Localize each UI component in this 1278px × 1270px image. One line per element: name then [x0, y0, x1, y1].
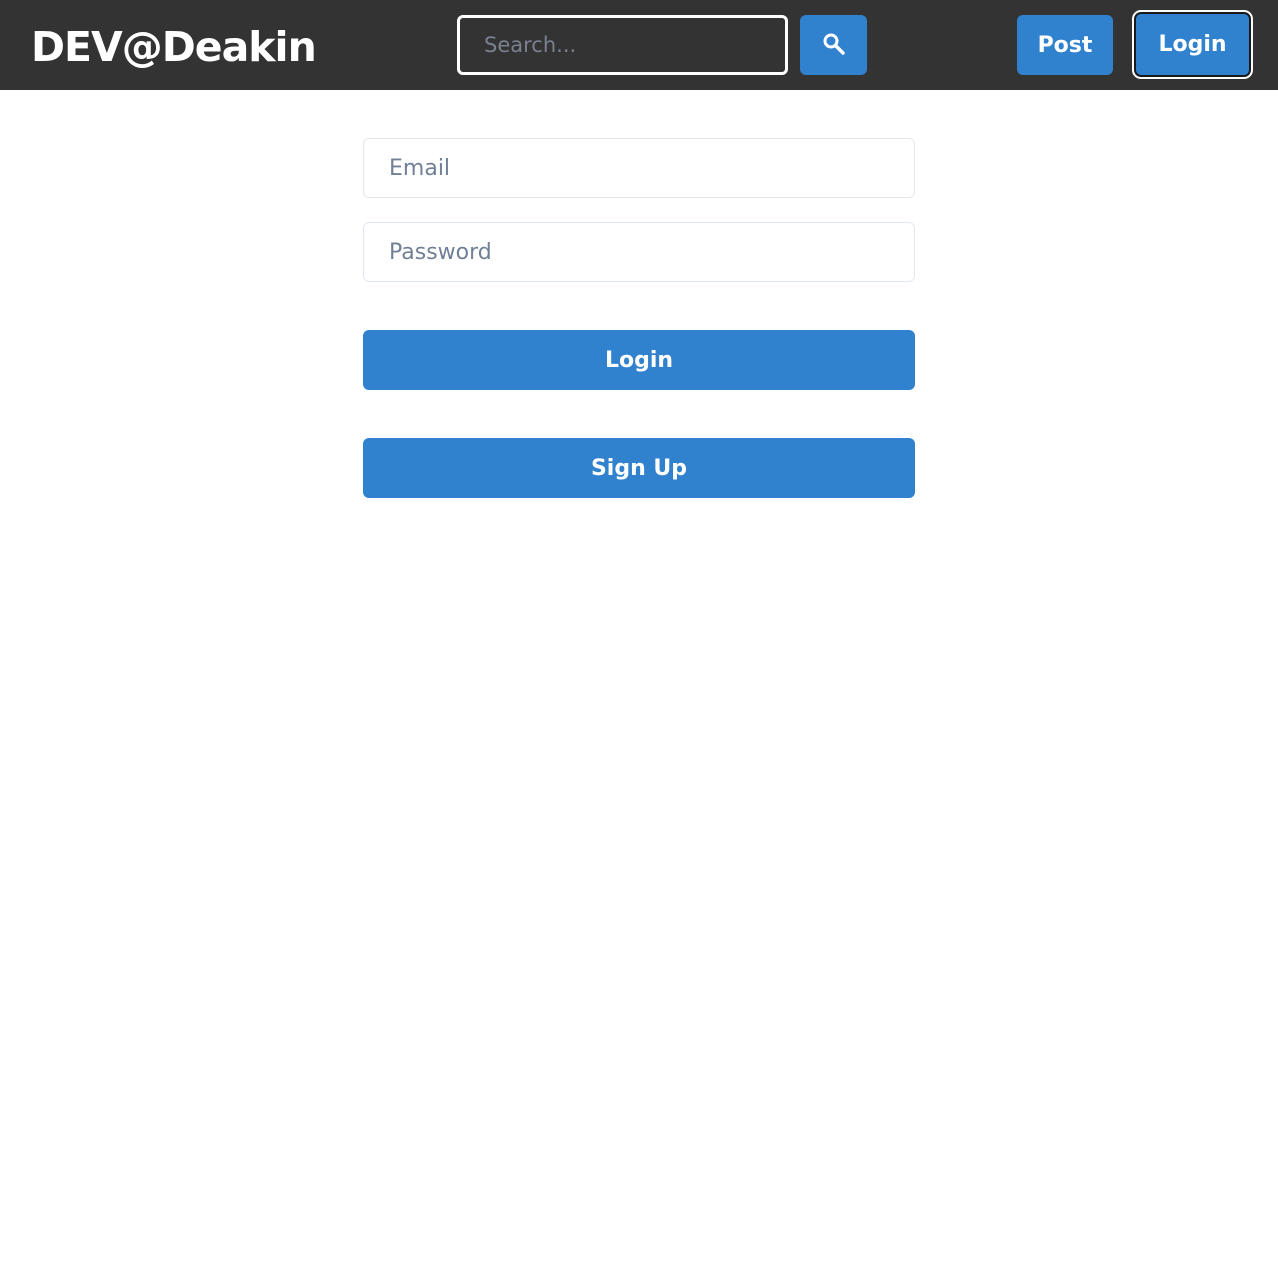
post-button[interactable]: Post: [1017, 15, 1113, 75]
login-button[interactable]: Login: [363, 330, 915, 390]
nav-login-button[interactable]: Login: [1132, 10, 1253, 79]
password-field[interactable]: [363, 222, 915, 282]
email-field[interactable]: [363, 138, 915, 198]
search-icon: [822, 32, 846, 59]
search-input[interactable]: [457, 15, 788, 75]
site-logo[interactable]: DEV@Deakin: [31, 22, 317, 72]
top-navbar: DEV@Deakin Post Login: [0, 0, 1278, 90]
search-button[interactable]: [800, 15, 867, 75]
signup-button[interactable]: Sign Up: [363, 438, 915, 498]
